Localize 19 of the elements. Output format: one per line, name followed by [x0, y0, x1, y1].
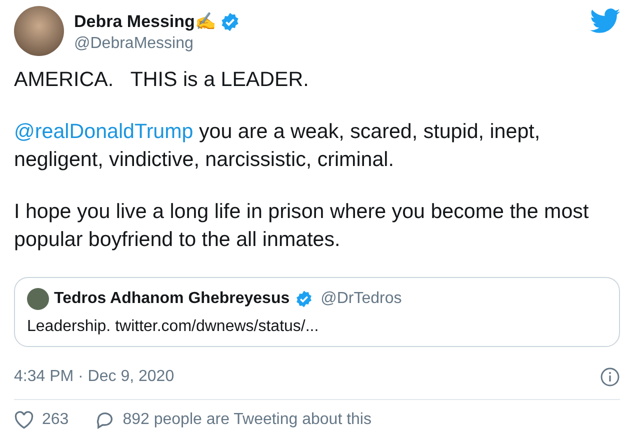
tweet-text: @realDonaldTrump you are a weak, scared, stupid, inept, negligent, vindictive, narcissistic, criminal. — [14, 119, 542, 173]
tweet-text: I hope you live a long life in prison where you become the most popular boyfriend to the all inmates. — [14, 199, 590, 253]
like-count: 263 — [42, 411, 69, 429]
bird-icon[interactable] — [590, 8, 620, 34]
mention-link[interactable]: @realDonaldTrump — [14, 120, 194, 143]
quoted-tweet-card[interactable]: Tedros Adhanom Ghebreyesus @DrTedros Leadership. twitter.com/dwnews/status/... — [14, 277, 620, 347]
author-handle: @DebraMessing — [74, 35, 194, 53]
author-name: Debra Messing✍ — [74, 11, 216, 32]
heart-icon[interactable] — [14, 411, 34, 429]
quoted-author-name: Tedros Adhanom Ghebreyesus — [54, 290, 290, 308]
avatar[interactable] — [14, 6, 64, 56]
tweet-text: AMERICA. THIS is a LEADER. — [14, 67, 310, 93]
info-icon[interactable] — [600, 367, 620, 387]
tweet-timestamp[interactable]: 4:34 PM · Dec 9, 2020 — [14, 368, 174, 386]
avatar — [27, 288, 49, 310]
quoted-tweet-text: Leadership. twitter.com/dwnews/status/... — [27, 318, 320, 336]
comment-icon[interactable] — [94, 410, 115, 430]
quoted-author-handle: @DrTedros — [320, 290, 402, 308]
engagement-text[interactable]: 892 people are Tweeting about this — [122, 411, 372, 429]
